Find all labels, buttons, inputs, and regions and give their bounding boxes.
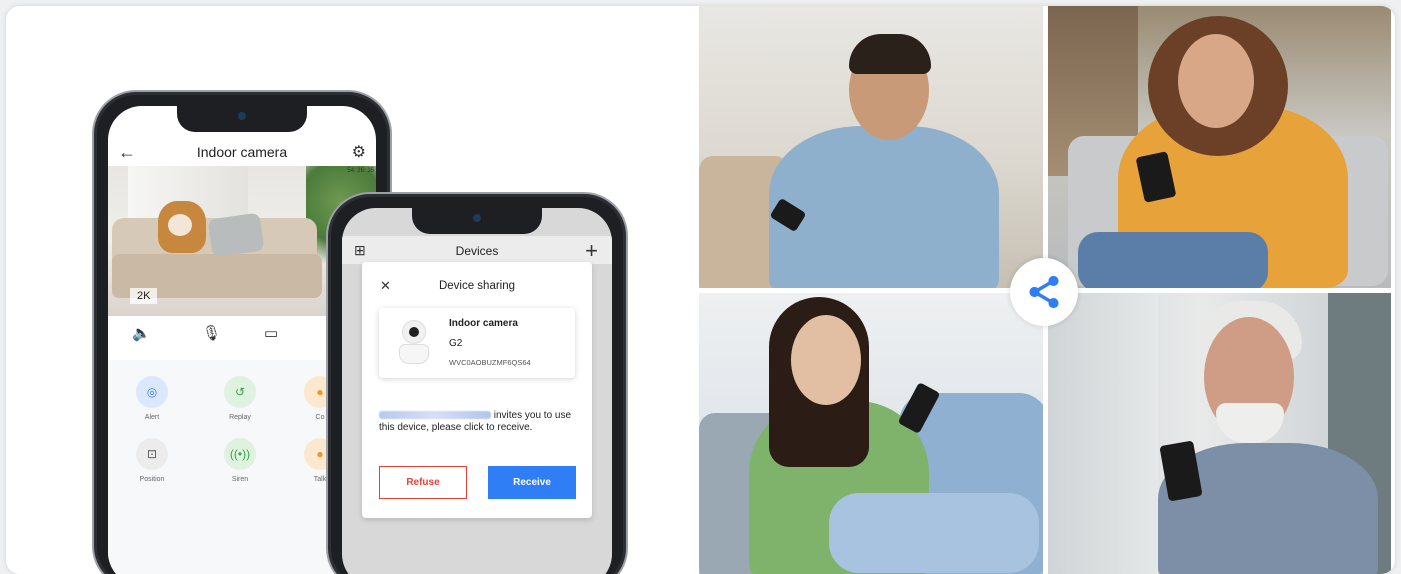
camera-title: Indoor camera — [196, 144, 288, 160]
photo-woman-green-cardigan — [699, 293, 1043, 574]
resolution-badge[interactable]: 2K — [130, 288, 158, 304]
blurred-email — [379, 411, 491, 420]
feature-alert[interactable]: ◎ Alert — [122, 376, 182, 421]
add-device-icon[interactable]: + — [585, 238, 598, 264]
phone-notch — [177, 106, 307, 132]
microphone-icon[interactable]: 🎙 — [202, 324, 221, 342]
photo-woman-yellow-hoodie — [1048, 6, 1391, 288]
photo-man-sofa — [699, 6, 1043, 288]
device-serial: WVC0AOBUZMF6QS64 — [449, 358, 531, 367]
phone-device-sharing: ⊞ Devices + ✕ Device sharing Indoor came… — [326, 192, 628, 574]
devices-header: ⊞ Devices + — [342, 236, 612, 264]
speaker-icon[interactable]: 🔈 — [132, 324, 151, 342]
siren-icon: ((•)) — [224, 438, 256, 470]
photo-older-man — [1048, 293, 1391, 574]
feature-replay[interactable]: ↺ Replay — [210, 376, 270, 421]
shared-device-card: Indoor camera G2 WVC0AOBUZMF6QS64 — [379, 308, 575, 378]
share-icon — [1010, 258, 1078, 326]
receive-button[interactable]: Receive — [488, 466, 576, 499]
video-timestamp: 54: 26: 35 — [347, 168, 374, 174]
device-model: G2 — [449, 338, 463, 349]
device-name: Indoor camera — [449, 318, 518, 329]
devices-title: Devices — [455, 244, 499, 258]
device-sharing-dialog: ✕ Device sharing Indoor camera G2 WVC0AO… — [362, 262, 592, 518]
gear-icon[interactable]: ⚙ — [352, 142, 366, 162]
position-icon: ⊡ — [136, 438, 168, 470]
alert-icon: ◎ — [136, 376, 168, 408]
phone-notch — [412, 208, 542, 234]
invite-message: invites you to use this device, please c… — [379, 410, 572, 433]
replay-icon: ↺ — [224, 376, 256, 408]
dialog-title: Device sharing — [438, 280, 516, 292]
camera-header: ← Indoor camera ⚙ — [108, 140, 376, 168]
banner-card: ← Indoor camera ⚙ 54: 26: 35 2K 🔈 🎙 ▭ ◎ … — [6, 6, 1395, 574]
refuse-button[interactable]: Refuse — [379, 466, 467, 499]
feature-position[interactable]: ⊡ Position — [122, 438, 182, 483]
record-video-icon[interactable]: ▭ — [264, 324, 278, 342]
phones-section: ← Indoor camera ⚙ 54: 26: 35 2K 🔈 🎙 ▭ ◎ … — [6, 6, 694, 574]
share-glyph — [1029, 275, 1059, 309]
camera-device-icon — [397, 318, 431, 366]
devices-screen: ⊞ Devices + ✕ Device sharing Indoor came… — [342, 208, 612, 574]
feature-siren[interactable]: ((•)) Siren — [210, 438, 270, 483]
